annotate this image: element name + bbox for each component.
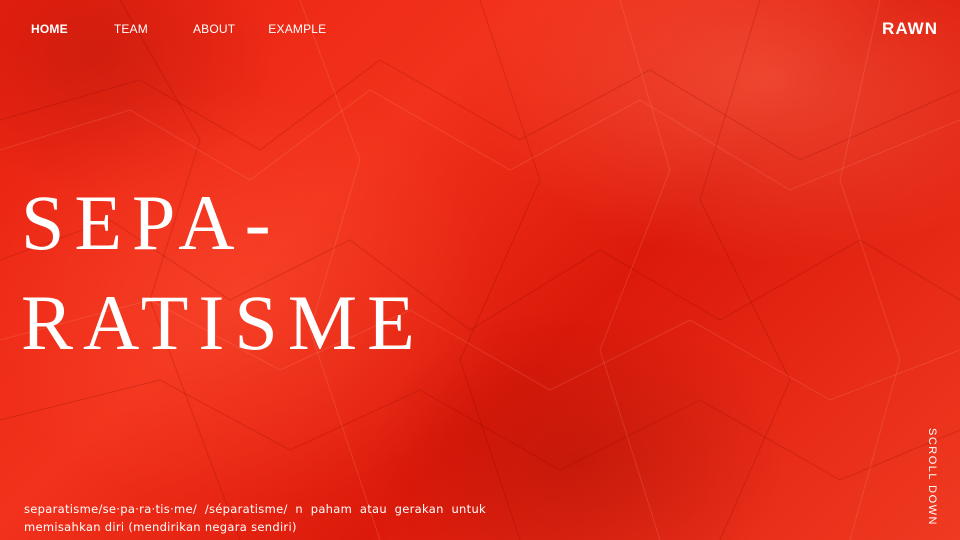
main-nav: HOME TEAM ABOUT EXAMPLE: [31, 22, 326, 36]
brand-logo[interactable]: RAWN: [882, 19, 938, 39]
hero-title-line-1: SEPA-: [21, 179, 281, 266]
scroll-down-link[interactable]: SCROLL DOWN: [926, 428, 938, 526]
nav-item-example[interactable]: EXAMPLE: [268, 22, 326, 36]
hero-title-line-2: RATISME: [21, 279, 425, 366]
hero-title: SEPA- RATISME: [21, 173, 425, 373]
nav-item-team[interactable]: TEAM: [114, 22, 148, 36]
nav-item-about[interactable]: ABOUT: [193, 22, 235, 36]
nav-item-home[interactable]: HOME: [31, 22, 68, 36]
definition-text: separatisme/se·pa·ra·tis·me/ /séparatism…: [24, 501, 486, 534]
